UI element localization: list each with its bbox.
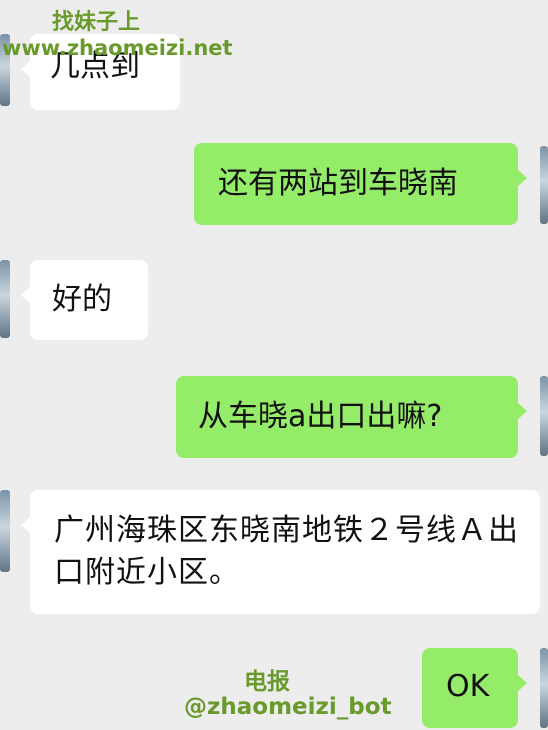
- message-text: 广州海珠区东晓南地铁２号线Ａ出口附近小区。: [54, 513, 519, 590]
- message-text: 好的: [52, 282, 112, 317]
- message-bubble-outgoing[interactable]: 从车晓a出口出嘛?: [176, 376, 527, 458]
- user-avatar[interactable]: [540, 648, 548, 728]
- watermark-telegram-title: 电报: [244, 669, 290, 695]
- contact-avatar[interactable]: [0, 260, 10, 338]
- user-avatar[interactable]: [540, 146, 548, 224]
- message-text: 从车晓a出口出嘛?: [198, 399, 443, 434]
- watermark-site-url: www.zhaomeizi.net: [2, 36, 233, 60]
- message-text: 还有两站到车晓南: [218, 166, 458, 201]
- message-text: OK: [446, 669, 490, 704]
- watermark-telegram-handle: @zhaomeizi_bot: [184, 694, 392, 720]
- message-bubble-incoming[interactable]: 广州海珠区东晓南地铁２号线Ａ出口附近小区。: [21, 490, 540, 614]
- user-avatar[interactable]: [540, 376, 548, 456]
- message-bubble-outgoing[interactable]: OK: [422, 648, 527, 728]
- message-bubble-outgoing[interactable]: 还有两站到车晓南: [194, 143, 527, 225]
- contact-avatar[interactable]: [0, 490, 10, 572]
- message-bubble-incoming[interactable]: 好的: [21, 260, 148, 340]
- watermark-site-title: 找妹子上: [52, 10, 141, 35]
